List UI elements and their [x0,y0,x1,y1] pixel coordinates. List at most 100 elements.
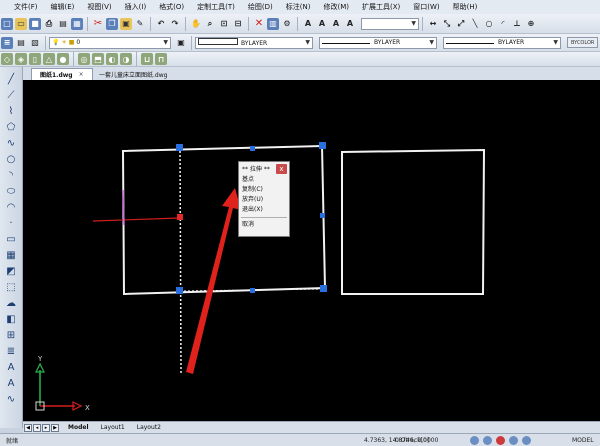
properties-icon[interactable]: ▥ [267,17,279,30]
save-icon[interactable]: ■ [29,17,41,30]
menu-window[interactable]: 窗口(W) [411,2,441,12]
menu-item-cancel[interactable]: 取消 [239,220,289,230]
perpendicular-icon[interactable]: ⊥ [511,18,523,30]
point-icon[interactable]: ⊕ [525,18,537,30]
torus-icon[interactable]: ◎ [78,53,90,65]
ellipse-icon[interactable]: ⬭ [5,185,17,197]
close-icon[interactable]: x [276,163,287,174]
copy-icon[interactable]: ❐ [106,17,118,30]
text-edit-icon[interactable]: A [330,18,342,30]
text-style-icon[interactable]: A [302,18,314,30]
doc-tab[interactable]: 一套儿童床立面图纸.dwg [91,68,175,80]
menu-express[interactable]: 扩展工具(X) [360,2,402,12]
menu-item-exit[interactable]: 退出(X) [239,205,289,215]
print-preview-icon[interactable]: ▤ [57,18,69,30]
polygon-icon[interactable]: ⬠ [5,121,17,133]
line-tool-icon[interactable]: ╱ [5,73,17,85]
cut-icon[interactable]: ✂ [92,18,104,30]
subtract-icon[interactable]: ⊓ [155,53,167,65]
close-icon[interactable]: × [79,71,84,78]
text-tool-icon[interactable]: A [5,361,17,373]
print-icon[interactable]: ⎙ [43,18,55,30]
menu-help[interactable]: 帮助(H) [451,2,480,12]
plotstyle-button[interactable]: BYCOLOR [567,37,599,48]
extrude-icon[interactable]: ⬒ [92,53,104,65]
zoom-previous-icon[interactable]: ⊟ [232,18,244,30]
match-properties-icon[interactable]: ✎ [134,18,146,30]
menu-format[interactable]: 格式(O) [157,2,186,12]
menu-draw[interactable]: 绘图(D) [246,2,275,12]
undo-icon[interactable]: ↶ [155,18,167,30]
construction-line-icon[interactable]: ⟋ [5,89,17,101]
menu-insert[interactable]: 插入(I) [123,2,149,12]
doc-tab-active[interactable]: 图纸1.dwg × [31,68,93,80]
close-x-icon[interactable]: ✕ [253,18,265,30]
color-combo[interactable]: BYLAYER ▼ [195,36,313,49]
layer-manager-icon[interactable]: ≡ [1,36,13,49]
pan-icon[interactable]: ✋ [190,18,202,30]
arc-tool-icon[interactable]: ◝ [5,169,17,181]
snap-toggle-icon[interactable] [470,435,479,445]
revolve-icon[interactable]: ◐ [106,53,118,65]
polyline-icon[interactable]: ⌇ [5,105,17,117]
ellipse-arc-icon[interactable]: ◠ [5,201,17,213]
union-icon[interactable]: ⊔ [141,53,153,65]
tab-model[interactable]: Model [65,424,92,431]
zoom-window-icon[interactable]: ⊡ [218,18,230,30]
linetype-combo[interactable]: BYLAYER ▼ [319,36,437,49]
last-tab-icon[interactable]: ▶ [51,423,59,432]
menu-view[interactable]: 视图(V) [85,2,113,12]
menu-item-copy[interactable]: 复制(C) [239,185,289,195]
dim-aligned-icon[interactable]: ⤡ [441,18,453,30]
menu-item-undo[interactable]: 放弃(U) [239,195,289,205]
next-tab-icon[interactable]: ▸ [42,423,50,432]
menu-dimension[interactable]: 标注(N) [284,2,313,12]
cone-icon[interactable]: △ [43,53,55,65]
insert-block-icon[interactable]: ∿ [5,393,17,405]
menu-file[interactable]: 文件(F) [12,2,40,12]
redo-icon[interactable]: ↷ [169,18,181,30]
make-current-layer-icon[interactable]: ▣ [175,37,187,49]
wedge-icon[interactable]: ◈ [15,53,27,65]
circle-icon[interactable]: ○ [483,18,495,30]
layer-previous-icon[interactable]: ▧ [29,37,41,49]
menu-modify[interactable]: 修改(M) [321,2,351,12]
table-icon[interactable]: ⊞ [5,329,17,341]
publish-icon[interactable]: ▦ [71,17,83,30]
dim-radius-icon[interactable]: ⤢ [455,18,467,30]
hatch-icon[interactable]: ▦ [5,249,17,261]
menu-item-base-point[interactable]: 基点 [239,175,289,185]
dim-linear-icon[interactable]: ↔ [427,18,439,30]
layer-combo[interactable]: 💡 ☀ ■ 0 ▼ [49,36,171,49]
new-file-icon[interactable]: □ [1,17,13,30]
point-tool-icon[interactable]: · [5,217,17,229]
line-icon[interactable]: ╲ [469,18,481,30]
region-icon[interactable]: ◩ [5,265,17,277]
ortho-toggle-icon[interactable] [496,435,505,445]
revision-cloud-icon[interactable]: ☁ [5,297,17,309]
tab-layout2[interactable]: Layout2 [134,424,164,431]
prev-tab-icon[interactable]: ◂ [33,423,41,432]
model-space-indicator[interactable]: MODEL [572,437,594,444]
grid-toggle-icon[interactable] [483,435,492,445]
menu-edit[interactable]: 编辑(E) [49,2,77,12]
polar-toggle-icon[interactable] [509,435,518,445]
block-icon[interactable]: ⬚ [5,281,17,293]
box-icon[interactable]: ◇ [1,53,13,65]
text-scale-icon[interactable]: A [344,18,356,30]
layer-state-icon[interactable]: ▤ [15,37,27,49]
osnap-toggle-icon[interactable] [522,435,531,445]
circle-tool-icon[interactable]: ○ [5,153,17,165]
wipeout-icon[interactable]: ◧ [5,313,17,325]
design-center-icon[interactable]: ⚙ [281,18,293,30]
multiline-text-icon[interactable]: ≣ [5,345,17,357]
tab-layout1[interactable]: Layout1 [98,424,128,431]
spline-icon[interactable]: ∿ [5,137,17,149]
text-style-combo[interactable]: ▼ [361,17,419,30]
paste-icon[interactable]: ▣ [120,17,132,30]
open-file-icon[interactable]: ▭ [15,17,27,30]
attribute-icon[interactable]: A [5,377,17,389]
drawing-canvas[interactable]: Y X [23,80,600,421]
first-tab-icon[interactable]: ◀ [24,423,32,432]
arc-icon[interactable]: ◜ [497,18,509,30]
